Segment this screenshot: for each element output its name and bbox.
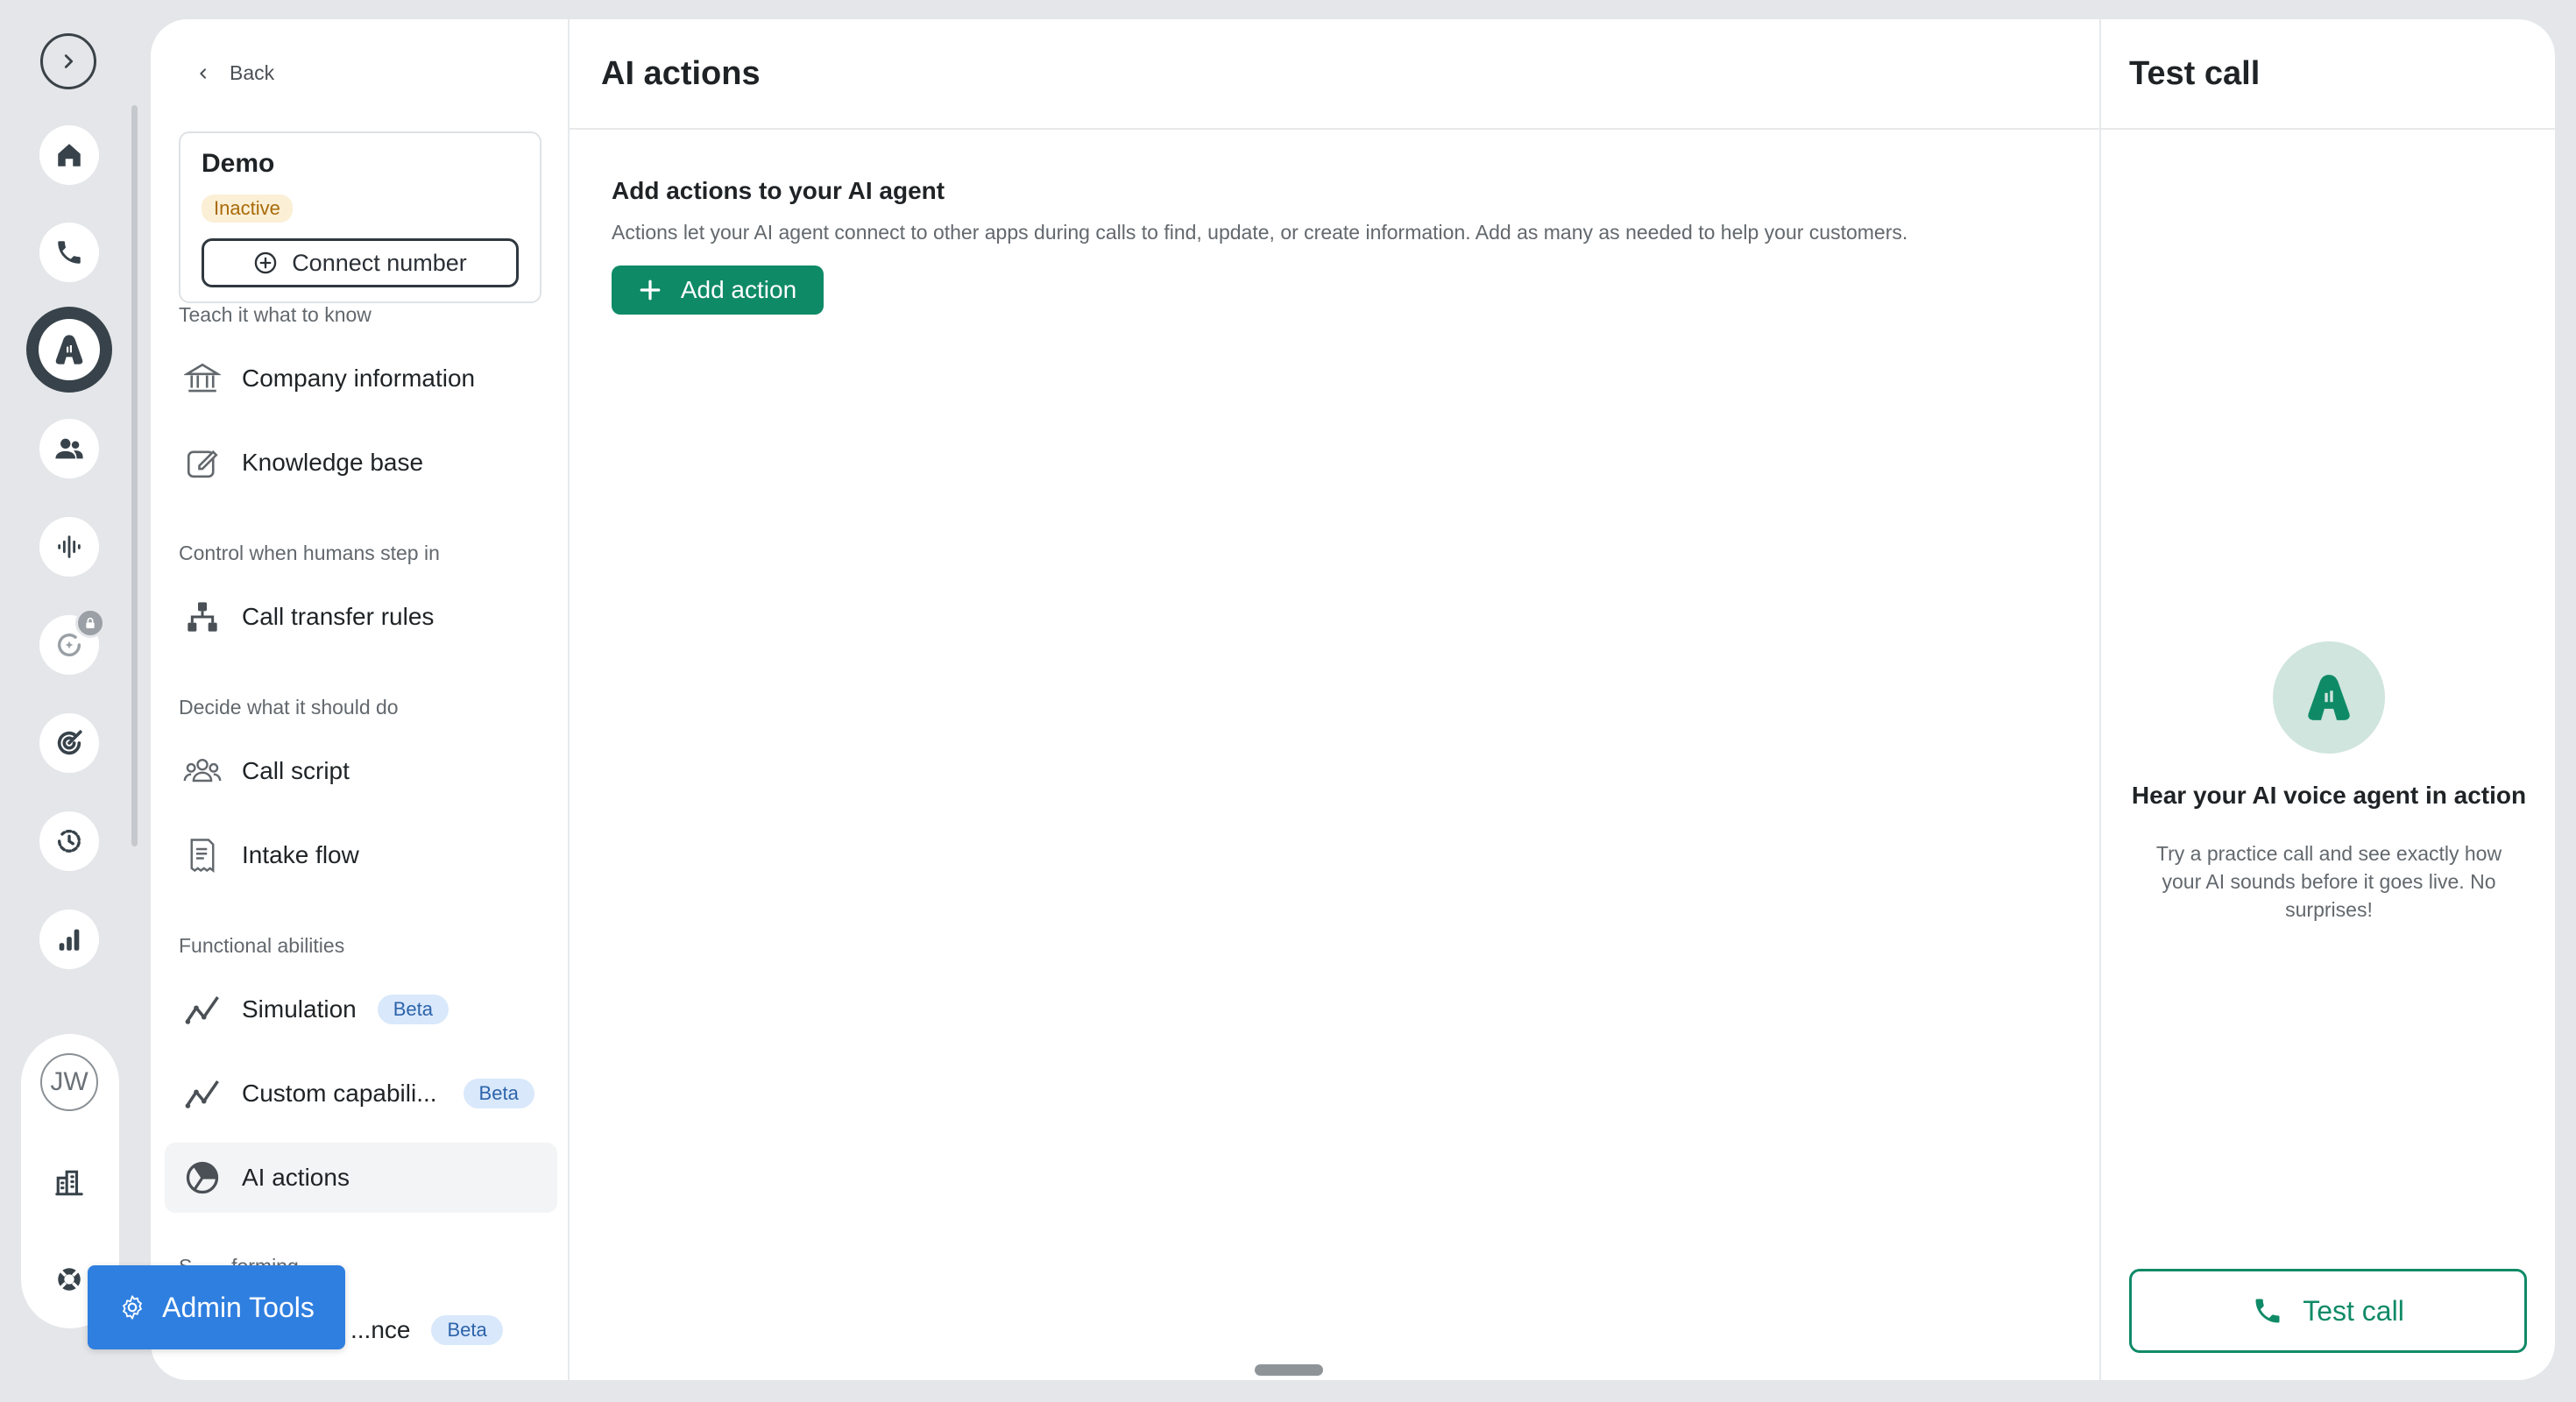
edit-note-icon [182, 443, 223, 483]
beta-badge: Beta [463, 1079, 534, 1108]
nav-item-call-script[interactable]: Call script [165, 736, 557, 806]
nav-item-label: ...nce [350, 1316, 411, 1343]
trend-line-icon [182, 1073, 223, 1114]
nav-item-ai-actions[interactable]: AI actions [165, 1143, 557, 1213]
group-people-icon [182, 751, 223, 791]
rail-organization[interactable] [39, 1153, 99, 1213]
trend-line-icon [182, 989, 223, 1030]
side-header: Test call [2101, 19, 2555, 130]
status-badge: Inactive [202, 195, 293, 223]
gear-icon [123, 1295, 143, 1320]
section-heading: Add actions to your AI agent [612, 177, 945, 204]
resize-handle[interactable] [1255, 1364, 1323, 1376]
test-call-label: Test call [2303, 1294, 2404, 1327]
empty-state-title: Hear your AI voice agent in action [2131, 782, 2527, 809]
hierarchy-icon [182, 597, 223, 637]
avatar[interactable]: JW [40, 1053, 98, 1111]
actions-cycle-icon [182, 1158, 223, 1198]
add-action-button[interactable]: Add action [612, 266, 824, 315]
section-label-humans: Control when humans step in [179, 542, 440, 564]
rail-ai-agent[interactable] [26, 307, 112, 393]
section-label-know: Teach it what to know [179, 303, 372, 326]
nav-item-company-information[interactable]: Company information [165, 343, 557, 414]
nav-item-label: Call script [242, 757, 350, 784]
icon-rail: JW [0, 0, 140, 1402]
ai-agent-avatar [2273, 641, 2385, 754]
section-description: Actions let your AI agent connect to oth… [612, 221, 1908, 244]
back-link[interactable]: Back [196, 61, 274, 85]
add-action-label: Add action [680, 276, 797, 303]
plus-circle-icon [254, 251, 277, 274]
beta-badge: Beta [431, 1315, 503, 1345]
chevron-right-icon [64, 54, 74, 68]
admin-tools-label: Admin Tools [162, 1291, 315, 1323]
rail-scrollbar[interactable] [131, 105, 138, 846]
expand-sidebar-button[interactable] [40, 33, 96, 89]
sparkle-refresh-icon [57, 634, 81, 657]
nav-item-label: Call transfer rules [242, 603, 435, 630]
rail-home[interactable] [39, 125, 99, 185]
agent-summary-card: Demo Inactive Connect number [179, 131, 541, 303]
rail-campaigns[interactable] [39, 713, 99, 773]
nav-item-label: Company information [242, 365, 476, 392]
empty-state-description: Try a practice call and see exactly how … [2155, 842, 2502, 921]
target-arrow-icon [57, 730, 82, 755]
bar-chart-icon [59, 929, 80, 951]
nav-item-knowledge-base[interactable]: Knowledge base [165, 428, 557, 498]
connect-number-label: Connect number [292, 249, 467, 276]
rail-contacts[interactable] [39, 419, 99, 478]
building-icon [55, 1170, 83, 1196]
rail-ai-agent-inner [39, 319, 100, 380]
panel-title: Test call [2129, 54, 2261, 92]
home-icon [58, 144, 81, 166]
history-clock-icon [57, 829, 81, 853]
beta-badge: Beta [377, 995, 449, 1024]
lifebuoy-icon [58, 1268, 81, 1291]
receipt-icon [182, 835, 223, 875]
rail-history[interactable] [39, 811, 99, 871]
connect-number-button[interactable]: Connect number [202, 238, 519, 287]
rail-analytics[interactable] [39, 910, 99, 969]
lock-icon [75, 608, 105, 638]
nav-item-simulation[interactable]: Simulation Beta [165, 974, 557, 1044]
plus-icon [640, 280, 661, 301]
nav-item-label: AI actions [242, 1164, 350, 1191]
page-title: AI actions [601, 54, 761, 92]
admin-tools-button[interactable]: Admin Tools [88, 1265, 345, 1349]
nav-item-call-transfer-rules[interactable]: Call transfer rules [165, 582, 557, 652]
section-label-decide: Decide what it should do [179, 696, 399, 719]
settings-nav: Back Demo Inactive Connect number Teach … [151, 19, 570, 1380]
nav-item-label: Simulation [242, 995, 357, 1023]
main-card: Back Demo Inactive Connect number Teach … [151, 19, 2555, 1380]
nav-item-label: Custom capabili... [242, 1080, 437, 1107]
test-call-panel: Test call Hear your AI voice agent in ac… [2099, 19, 2555, 1380]
nav-item-label: Intake flow [242, 841, 359, 868]
nav-item-intake-flow[interactable]: Intake flow [165, 820, 557, 890]
ai-agent-logo-icon [55, 335, 83, 365]
main-body: Add actions to your AI agent Actions let… [570, 130, 2099, 315]
back-label: Back [230, 61, 275, 84]
phone-icon [2255, 1299, 2280, 1323]
nav-item-label: Knowledge base [242, 449, 424, 476]
chevron-left-icon [200, 67, 206, 79]
main-header: AI actions [570, 19, 2099, 130]
main-panel: AI actions Add actions to your AI agent … [570, 19, 2099, 1380]
section-label-functional: Functional abilities [179, 934, 345, 957]
rail-voice[interactable] [39, 517, 99, 577]
bank-building-icon [182, 358, 223, 399]
agent-name: Demo [202, 149, 275, 178]
phone-icon [58, 241, 81, 264]
people-icon [55, 438, 83, 459]
ai-agent-logo-icon [2308, 675, 2350, 720]
rail-calls[interactable] [39, 223, 99, 282]
nav-item-custom-capabilities[interactable]: Custom capabili... Beta [165, 1059, 557, 1129]
audio-wave-icon [58, 535, 81, 558]
test-call-button[interactable]: Test call [2129, 1269, 2527, 1353]
